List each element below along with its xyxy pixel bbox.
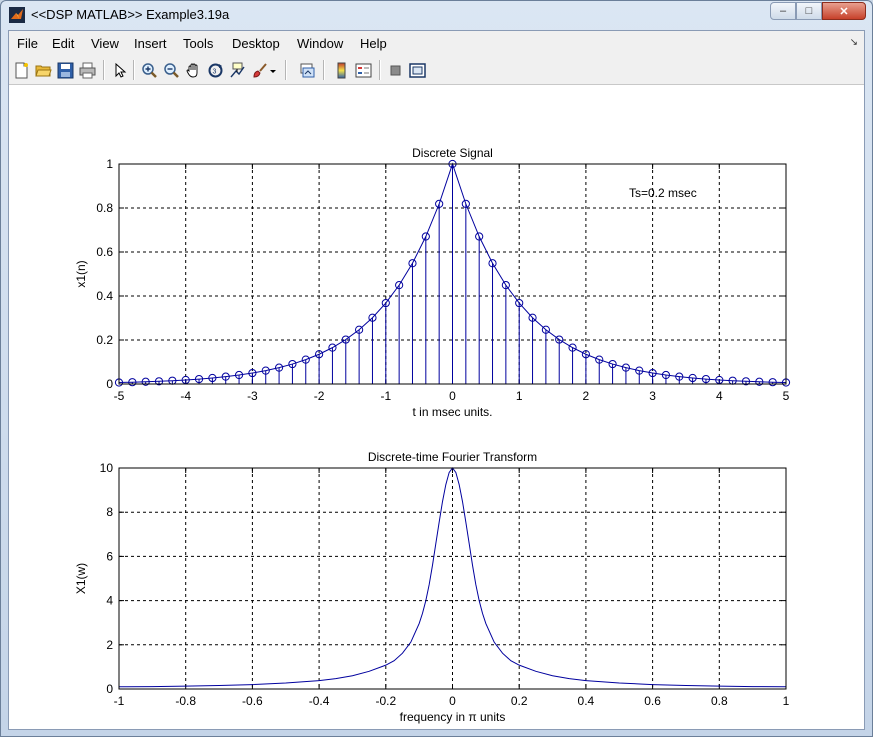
x-tick-label: 0 xyxy=(449,694,456,708)
y-tick-label: 0 xyxy=(106,682,113,696)
rotate-3d-icon[interactable]: 3 xyxy=(205,60,225,80)
figure-window: <<DSP MATLAB>> Example3.19a – □ ✕ File E… xyxy=(0,0,873,737)
menu-desktop[interactable]: Desktop xyxy=(232,36,280,51)
y-tick-label: 4 xyxy=(106,594,113,608)
x-tick-label: 5 xyxy=(783,389,790,403)
matlab-logo-icon xyxy=(9,7,25,23)
y-tick-label: 0.8 xyxy=(96,201,113,215)
plot-area: -5 -4 -3 -2 -1 0 1 2 3 4 500.20.40.60.81Discrete S… xyxy=(74,146,791,724)
toolbar-separator xyxy=(103,60,105,80)
y-tick-label: 1 xyxy=(106,157,113,171)
figure-canvas: -5 -4 -3 -2 -1 0 1 2 3 4 5 0 0.2 0.4 0.6 0.8 1 Discrete S… xyxy=(9,85,864,729)
x-tick-label: -3 xyxy=(247,389,258,403)
toolbar-separator xyxy=(133,60,135,80)
y-tick-label: 10 xyxy=(100,461,114,475)
svg-text:3: 3 xyxy=(212,68,216,75)
x-axis-label: frequency in π units xyxy=(400,710,506,724)
window-title: <<DSP MATLAB>> Example3.19a xyxy=(31,7,230,22)
menu-overflow-icon[interactable]: ↘ xyxy=(850,37,858,48)
x-tick-label: 0.8 xyxy=(711,694,728,708)
y-tick-label: 0.4 xyxy=(96,289,113,303)
brush-dropdown-icon[interactable] xyxy=(267,60,279,80)
print-icon[interactable] xyxy=(77,60,97,80)
data-cursor-icon[interactable] xyxy=(227,60,247,80)
open-file-icon[interactable] xyxy=(33,60,53,80)
x-tick-label: 2 xyxy=(583,389,590,403)
x-tick-label: 0.6 xyxy=(644,694,661,708)
y-tick-label: 6 xyxy=(106,549,113,563)
toolbar-separator xyxy=(323,60,325,80)
close-button[interactable]: ✕ xyxy=(822,2,866,20)
x-tick-label: -0.6 xyxy=(242,694,263,708)
y-tick-label: 0.6 xyxy=(96,245,113,259)
x-tick-label: -1 xyxy=(114,694,125,708)
x-tick-label: -0.2 xyxy=(375,694,396,708)
minimize-button[interactable]: – xyxy=(770,2,796,20)
x-tick-label: 0.2 xyxy=(511,694,528,708)
x-tick-label: -5 xyxy=(114,389,125,403)
menu-view[interactable]: View xyxy=(91,36,119,51)
chart-title: Discrete Signal xyxy=(412,146,493,160)
axes-2 xyxy=(118,467,787,690)
zoom-in-icon[interactable] xyxy=(139,60,159,80)
save-icon[interactable] xyxy=(55,60,75,80)
brush-icon[interactable] xyxy=(249,60,269,80)
menu-edit[interactable]: Edit xyxy=(52,36,74,51)
x-axis-label: t in msec units. xyxy=(412,405,492,419)
maximize-button[interactable]: □ xyxy=(796,2,822,20)
chart-title: Discrete-time Fourier Transform xyxy=(368,450,537,464)
x-tick-label: -2 xyxy=(314,389,325,403)
y-axis-label: x1(n) xyxy=(74,260,88,287)
x-tick-label: -0.4 xyxy=(309,694,330,708)
y-tick-label: 8 xyxy=(106,505,113,519)
zoom-out-icon[interactable] xyxy=(161,60,181,80)
toolbar-separator xyxy=(379,60,381,80)
show-plot-tools-icon[interactable] xyxy=(407,60,427,80)
x-tick-label: -4 xyxy=(180,389,191,403)
y-axis-label: X1(w) xyxy=(74,563,88,594)
link-plot-icon[interactable] xyxy=(297,60,317,80)
colorbar-icon[interactable] xyxy=(331,60,351,80)
y-tick-label: 0 xyxy=(106,377,113,391)
x-tick-label: 1 xyxy=(516,389,523,403)
x-tick-label: 1 xyxy=(783,694,790,708)
x-tick-label: 0.4 xyxy=(578,694,595,708)
menu-tools[interactable]: Tools xyxy=(183,36,213,51)
menu-window[interactable]: Window xyxy=(297,36,343,51)
figure-toolbar: 3 xyxy=(9,56,864,85)
title-bar[interactable]: <<DSP MATLAB>> Example3.19a – □ ✕ xyxy=(1,1,872,29)
menu-help[interactable]: Help xyxy=(360,36,387,51)
x-tick-label: 3 xyxy=(649,389,656,403)
y-tick-label: 2 xyxy=(106,638,113,652)
new-figure-icon[interactable] xyxy=(11,60,31,80)
x-tick-label: 0 xyxy=(449,389,456,403)
toolbar-separator xyxy=(285,60,287,80)
ts-annotation: Ts=0.2 msec xyxy=(629,186,697,200)
pan-hand-icon[interactable] xyxy=(183,60,203,80)
x-tick-label: 4 xyxy=(716,389,723,403)
figure-client-area: File Edit View Insert Tools Desktop Wind… xyxy=(8,30,865,730)
menu-file[interactable]: File xyxy=(17,36,38,51)
y-tick-label: 0.2 xyxy=(96,333,113,347)
x-tick-label: -0.8 xyxy=(175,694,196,708)
menu-insert[interactable]: Insert xyxy=(134,36,167,51)
legend-icon[interactable] xyxy=(353,60,373,80)
x-tick-label: -1 xyxy=(380,389,391,403)
hide-plot-tools-icon[interactable] xyxy=(385,60,405,80)
menu-bar: File Edit View Insert Tools Desktop Wind… xyxy=(9,31,864,57)
pointer-icon[interactable] xyxy=(109,60,129,80)
